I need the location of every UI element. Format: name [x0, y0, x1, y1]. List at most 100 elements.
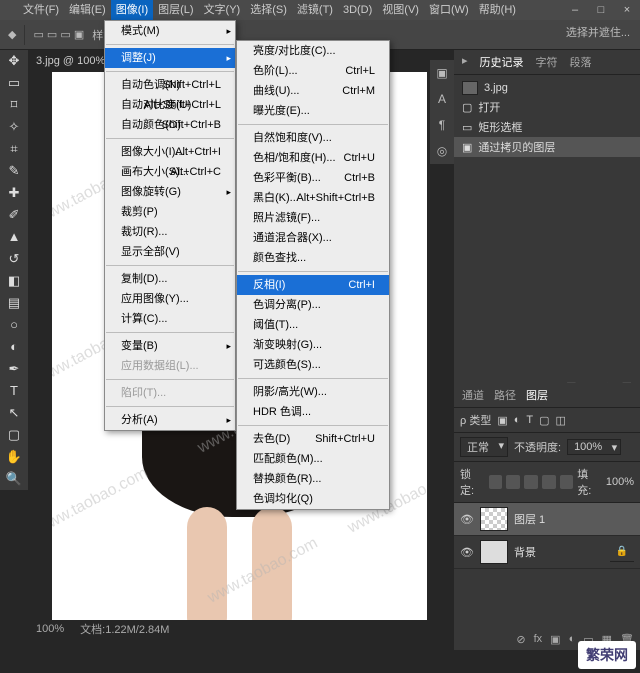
tool-eraser[interactable]: ◧ — [0, 270, 28, 292]
filter-shape-icon[interactable]: ▢ — [539, 414, 549, 427]
tool-dodge[interactable]: ◐ — [0, 336, 28, 358]
adjust-menu-item-2[interactable]: 曲线(U)...Ctrl+M — [237, 81, 389, 101]
filter-adjust-icon[interactable]: ◐ — [514, 414, 521, 426]
tab-paragraph[interactable]: 段落 — [570, 54, 592, 70]
adjust-menu-item-25[interactable]: 色调均化(Q) — [237, 489, 389, 509]
menu-select[interactable]: 选择(S) — [245, 0, 292, 20]
tool-history-brush[interactable]: ↺ — [0, 248, 28, 270]
opacity-value[interactable]: 100% — [567, 439, 621, 455]
history-step[interactable]: ▣通过拷贝的图层 — [454, 137, 640, 157]
tool-wand[interactable]: ✧ — [0, 116, 28, 138]
menu-file[interactable]: 文件(F) — [18, 0, 64, 20]
tab-character[interactable]: 字符 — [536, 54, 558, 70]
layer-name[interactable]: 图层 1 — [514, 511, 545, 527]
history-step[interactable]: ▢打开 — [454, 97, 640, 117]
menu-3d[interactable]: 3D(D) — [338, 0, 377, 20]
tab-paths[interactable]: 路径 — [494, 387, 516, 403]
adjust-menu-item-14[interactable]: 色调分离(P)... — [237, 295, 389, 315]
menu-item-mode[interactable]: 模式(M) — [105, 21, 235, 41]
tab-channels[interactable]: 通道 — [462, 387, 484, 403]
image-menu-item-1[interactable]: 自动对比度(U)Alt+Shift+Ctrl+L — [105, 95, 235, 115]
adjust-menu-item-9[interactable]: 照片滤镜(F)... — [237, 208, 389, 228]
adjust-menu-item-19[interactable]: 阴影/高光(W)... — [237, 382, 389, 402]
tool-pen[interactable]: ✒ — [0, 358, 28, 380]
select-and-mask-button[interactable]: 选择并遮住... — [566, 24, 630, 40]
adjust-menu-item-23[interactable]: 匹配颜色(M)... — [237, 449, 389, 469]
menu-item-adjustments[interactable]: 调整(J) — [105, 48, 235, 68]
visibility-icon[interactable]: 👁 — [460, 546, 474, 559]
panel-icon-char[interactable]: A — [430, 86, 454, 112]
tool-marquee[interactable]: ▭ — [0, 72, 28, 94]
panel-icon-libraries[interactable]: ◎ — [430, 138, 454, 164]
link-layers-icon[interactable]: ⊘ — [516, 633, 525, 646]
adjust-menu-item-24[interactable]: 替换颜色(R)... — [237, 469, 389, 489]
window-minimize[interactable]: – — [562, 0, 588, 20]
adjust-menu-item-10[interactable]: 通道混合器(X)... — [237, 228, 389, 248]
layer-row[interactable]: 👁 图层 1 — [454, 503, 640, 536]
adjust-menu-item-1[interactable]: 色阶(L)...Ctrl+L — [237, 61, 389, 81]
layer-fx-icon[interactable]: fx — [534, 633, 543, 646]
tab-layers[interactable]: 图层 — [526, 387, 548, 403]
image-menu-item-4[interactable]: 图像大小(I)...Alt+Ctrl+I — [105, 142, 235, 162]
image-menu-item-5[interactable]: 画布大小(S)...Alt+Ctrl+C — [105, 162, 235, 182]
tool-stamp[interactable]: ▲ — [0, 226, 28, 248]
adjustment-layer-icon[interactable]: ◐ — [569, 633, 576, 646]
layer-thumbnail[interactable] — [480, 507, 508, 531]
tool-hand[interactable]: ✋ — [0, 446, 28, 468]
menu-help[interactable]: 帮助(H) — [474, 0, 521, 20]
layer-thumbnail[interactable] — [480, 540, 508, 564]
adjust-menu-item-20[interactable]: HDR 色调... — [237, 402, 389, 422]
image-menu-item-20[interactable]: 分析(A) — [105, 410, 235, 430]
flyout-icon[interactable]: ▸ — [462, 54, 468, 70]
lock-transparent-icon[interactable] — [489, 475, 503, 489]
image-menu-item-8[interactable]: 裁切(R)... — [105, 222, 235, 242]
image-menu-item-15[interactable]: 变量(B) — [105, 336, 235, 356]
menu-window[interactable]: 窗口(W) — [424, 0, 474, 20]
menu-layer[interactable]: 图层(L) — [153, 0, 198, 20]
tool-eyedropper[interactable]: ✎ — [0, 160, 28, 182]
tool-blur[interactable]: ○ — [0, 314, 28, 336]
tool-brush[interactable]: ✐ — [0, 204, 28, 226]
image-menu-item-2[interactable]: 自动颜色(O)Shift+Ctrl+B — [105, 115, 235, 135]
filter-type-icon[interactable]: T — [526, 414, 533, 426]
image-menu-item-13[interactable]: 计算(C)... — [105, 309, 235, 329]
visibility-icon[interactable]: 👁 — [460, 513, 474, 526]
adjust-menu-item-15[interactable]: 阈值(T)... — [237, 315, 389, 335]
adjust-menu-item-0[interactable]: 亮度/对比度(C)... — [237, 41, 389, 61]
panel-icon-history[interactable]: ▣ — [430, 60, 454, 86]
window-restore[interactable]: □ — [588, 0, 614, 20]
menu-image[interactable]: 图像(I) — [111, 0, 153, 20]
layer-row[interactable]: 👁 背景 🔒 — [454, 536, 640, 569]
tool-heal[interactable]: ✚ — [0, 182, 28, 204]
fill-value[interactable]: 100% — [606, 476, 634, 488]
layer-name[interactable]: 背景 — [514, 544, 536, 560]
tool-path[interactable]: ↖ — [0, 402, 28, 424]
history-snapshot[interactable]: 3.jpg — [454, 79, 640, 97]
lock-artboard-icon[interactable] — [542, 475, 556, 489]
move-opts-icons[interactable]: ▭ ▭ ▭ ▣ — [33, 28, 84, 41]
adjust-menu-item-17[interactable]: 可选颜色(S)... — [237, 355, 389, 375]
history-step[interactable]: ▭矩形选框 — [454, 117, 640, 137]
image-menu-item-9[interactable]: 显示全部(V) — [105, 242, 235, 262]
image-menu-item-6[interactable]: 图像旋转(G) — [105, 182, 235, 202]
zoom-level[interactable]: 100% — [36, 623, 64, 635]
panel-icon-para[interactable]: ¶ — [430, 112, 454, 138]
tool-crop[interactable]: ⌗ — [0, 138, 28, 160]
filter-smart-icon[interactable]: ◫ — [556, 414, 566, 427]
adjust-menu-item-11[interactable]: 颜色查找... — [237, 248, 389, 268]
image-menu-item-7[interactable]: 裁剪(P) — [105, 202, 235, 222]
lock-all-icon[interactable] — [560, 475, 574, 489]
adjust-menu-item-3[interactable]: 曝光度(E)... — [237, 101, 389, 121]
image-menu-item-12[interactable]: 应用图像(Y)... — [105, 289, 235, 309]
adjust-menu-item-8[interactable]: 黑白(K)...Alt+Shift+Ctrl+B — [237, 188, 389, 208]
adjust-menu-item-7[interactable]: 色彩平衡(B)...Ctrl+B — [237, 168, 389, 188]
menu-filter[interactable]: 滤镜(T) — [292, 0, 338, 20]
tab-history[interactable]: 历史记录 — [480, 54, 524, 70]
lock-pixels-icon[interactable] — [506, 475, 520, 489]
adjust-menu-item-6[interactable]: 色相/饱和度(H)...Ctrl+U — [237, 148, 389, 168]
menu-type[interactable]: 文字(Y) — [199, 0, 246, 20]
image-menu-item-0[interactable]: 自动色调(N)Shift+Ctrl+L — [105, 75, 235, 95]
tool-move[interactable]: ✥ — [0, 50, 28, 72]
image-menu-item-11[interactable]: 复制(D)... — [105, 269, 235, 289]
filter-pixel-icon[interactable]: ▣ — [497, 414, 507, 427]
